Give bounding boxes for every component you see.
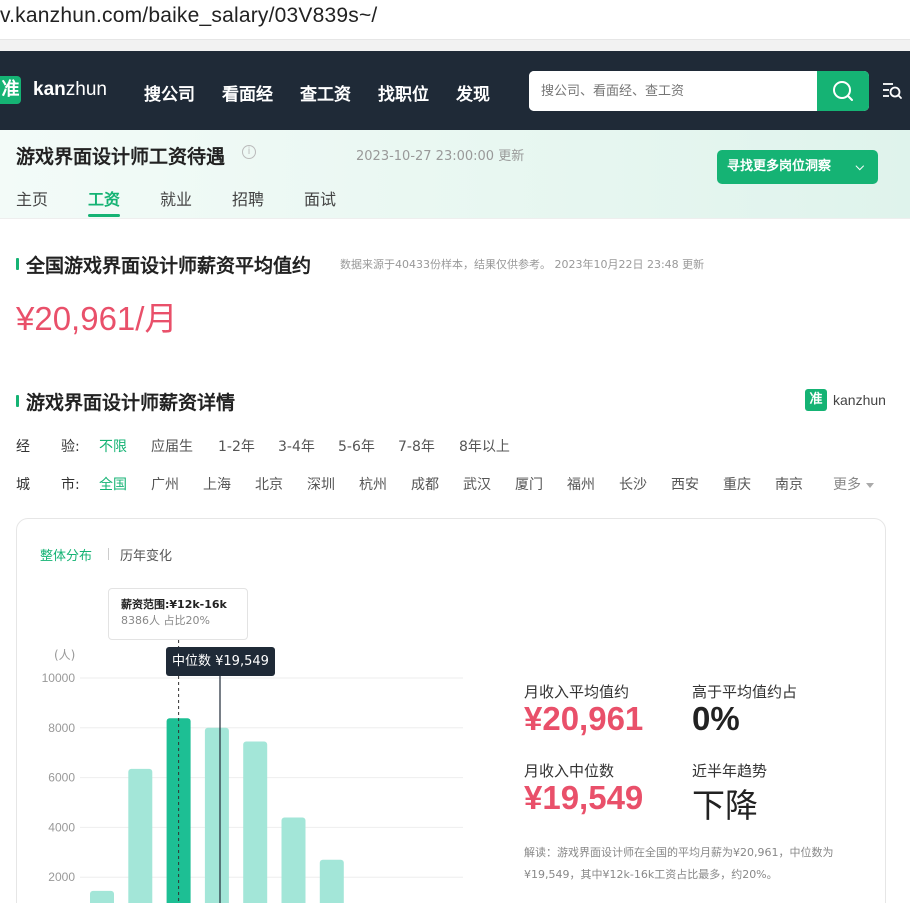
trend-value: 下降 xyxy=(692,787,758,824)
page-title: 游戏界面设计师工资待遇 xyxy=(16,146,226,168)
logo-text[interactable]: kanzhun xyxy=(33,79,107,101)
city-option-beijing[interactable]: 北京 xyxy=(255,474,283,494)
city-label-2: 市: xyxy=(61,477,80,493)
tooltip-detail: 8386人 占比20% xyxy=(121,614,210,627)
trend-label: 近半年趋势 xyxy=(692,762,768,780)
avg-label: 月收入平均值约 xyxy=(524,683,630,701)
chart-bar xyxy=(243,741,268,903)
nav-item-companies[interactable]: 搜公司 xyxy=(144,80,195,105)
experience-option-3-4[interactable]: 3-4年 xyxy=(278,436,315,456)
city-option-xiamen[interactable]: 厦门 xyxy=(515,474,543,494)
tooltip-range: 薪资范围:¥12k-16k xyxy=(121,598,227,611)
tab-overall-distribution[interactable]: 整体分布 xyxy=(40,545,92,564)
city-option-fuzhou[interactable]: 福州 xyxy=(567,474,595,494)
brand-mark: 准 xyxy=(805,389,827,411)
city-option-changsha[interactable]: 长沙 xyxy=(619,474,647,494)
section-marker xyxy=(16,395,19,407)
chart-bar xyxy=(90,890,114,903)
active-tab-indicator xyxy=(88,214,120,217)
page-header: 游戏界面设计师工资待遇 i 2023-10-27 23:00:00 更新 寻找更… xyxy=(0,130,910,219)
y-tick-label: 10000 xyxy=(42,671,76,685)
avg-value: ¥20,961 xyxy=(524,700,644,737)
city-option-nationwide[interactable]: 全国 xyxy=(99,474,127,494)
y-tick-label: 6000 xyxy=(48,771,75,785)
browser-address-bar[interactable]: v.kanzhun.com/baike_salary/03V839s~/ xyxy=(0,0,910,40)
median-label: 月收入中位数 xyxy=(524,762,615,780)
salary-distribution-chart: (人) 2000 4000 6000 8000 10000 xyxy=(42,640,463,903)
average-salary-value: ¥20,961/月 xyxy=(16,300,178,337)
average-section-title: 全国游戏界面设计师薪资平均值约 xyxy=(26,255,312,277)
median-tag: 中位数 ¥19,549 xyxy=(166,647,275,676)
source-note: 数据来源于40433份样本，结果仅供参考。 2023年10月22日 23:48 … xyxy=(340,258,705,271)
logo-mark[interactable]: 准 xyxy=(0,76,21,104)
city-option-guangzhou[interactable]: 广州 xyxy=(151,474,179,494)
search-icon xyxy=(833,81,853,101)
search-list-icon[interactable] xyxy=(880,79,904,103)
city-option-shanghai[interactable]: 上海 xyxy=(203,474,231,494)
city-option-wuhan[interactable]: 武汉 xyxy=(463,474,491,494)
url-text[interactable]: v.kanzhun.com/baike_salary/03V839s~/ xyxy=(0,4,377,28)
top-nav: 准 kanzhun 搜公司 看面经 查工资 找职位 发现 xyxy=(0,51,910,130)
interpretation-text: 解读：游戏界面设计师在全国的平均月薪为¥20,961，中位数为¥19,549，其… xyxy=(524,846,834,881)
caret-down-icon xyxy=(866,482,874,488)
city-more-dropdown[interactable]: 更多 xyxy=(833,474,874,494)
page-root: { "browser": { "url": "v.kanzhun.com/bai… xyxy=(0,0,910,903)
tab-interview[interactable]: 面试 xyxy=(304,186,336,210)
tab-recruiting[interactable]: 招聘 xyxy=(232,186,264,210)
insight-button[interactable]: 寻找更多岗位洞察 ⌵ xyxy=(717,150,878,184)
chevron-down-icon: ⌵ xyxy=(855,160,864,173)
brand-text: kanzhun xyxy=(833,392,886,408)
y-tick-label: 4000 xyxy=(48,820,75,834)
experience-option-graduate[interactable]: 应届生 xyxy=(151,436,193,456)
city-option-chengdu[interactable]: 成都 xyxy=(411,474,439,494)
y-tick-label: 8000 xyxy=(48,721,75,735)
tab-employment[interactable]: 就业 xyxy=(160,186,192,210)
y-axis-unit: (人) xyxy=(54,648,75,662)
tab-salary[interactable]: 工资 xyxy=(88,186,120,210)
above-avg-label: 高于平均值约占 xyxy=(692,683,798,701)
city-option-xian[interactable]: 西安 xyxy=(671,474,699,494)
experience-option-1-2[interactable]: 1-2年 xyxy=(218,436,255,456)
logo-text-rest: zhun xyxy=(65,79,107,100)
nav-item-discover[interactable]: 发现 xyxy=(456,80,490,105)
y-tick-label: 2000 xyxy=(48,870,75,884)
chart-bar xyxy=(128,768,153,903)
chart-bar xyxy=(281,817,306,903)
city-option-chongqing[interactable]: 重庆 xyxy=(723,474,751,494)
tab-home[interactable]: 主页 xyxy=(16,186,48,210)
info-icon[interactable]: i xyxy=(242,145,256,159)
experience-label-2: 验: xyxy=(61,439,80,455)
tab-yearly-change[interactable]: 历年变化 xyxy=(120,545,172,564)
city-label-1: 城 xyxy=(16,477,30,493)
experience-option-any[interactable]: 不限 xyxy=(99,436,127,456)
browser-divider xyxy=(0,40,910,51)
search-input[interactable] xyxy=(529,71,817,111)
experience-option-8plus[interactable]: 8年以上 xyxy=(459,436,510,456)
update-time: 2023-10-27 23:00:00 更新 xyxy=(356,149,525,164)
experience-option-5-6[interactable]: 5-6年 xyxy=(338,436,375,456)
section-marker xyxy=(16,258,19,270)
chart-bar xyxy=(319,859,344,903)
city-option-shenzhen[interactable]: 深圳 xyxy=(307,474,335,494)
logo-text-bold: kan xyxy=(33,79,66,100)
chart-tooltip: 薪资范围:¥12k-16k 8386人 占比20% xyxy=(108,588,248,640)
city-option-nanjing[interactable]: 南京 xyxy=(775,474,803,494)
median-value: ¥19,549 xyxy=(524,779,644,816)
above-avg-value: 0% xyxy=(692,700,740,737)
experience-option-7-8[interactable]: 7-8年 xyxy=(398,436,435,456)
tab-divider xyxy=(108,548,109,560)
nav-item-salaries[interactable]: 查工资 xyxy=(300,80,351,105)
nav-item-jobs[interactable]: 找职位 xyxy=(378,80,429,105)
detail-section-title: 游戏界面设计师薪资详情 xyxy=(26,392,236,414)
city-option-hangzhou[interactable]: 杭州 xyxy=(359,474,387,494)
insight-button-label: 寻找更多岗位洞察 xyxy=(727,159,832,174)
nav-item-interviews[interactable]: 看面经 xyxy=(222,80,273,105)
city-more-label: 更多 xyxy=(833,477,861,493)
chart-bar xyxy=(204,727,229,903)
search-box xyxy=(529,71,869,111)
experience-label-1: 经 xyxy=(16,439,30,455)
search-button[interactable] xyxy=(817,71,869,111)
